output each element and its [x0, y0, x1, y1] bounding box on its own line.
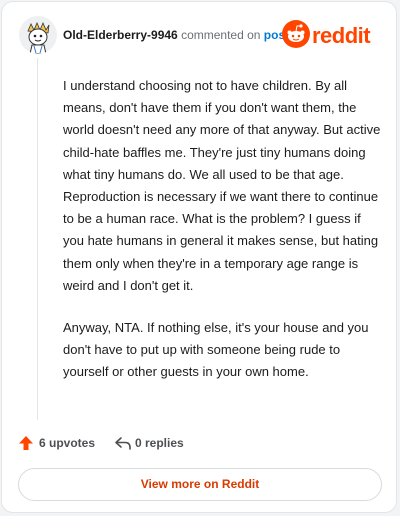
- reddit-wordmark: reddit: [312, 23, 371, 48]
- action-text: commented on: [181, 28, 261, 42]
- view-more-button[interactable]: View more on Reddit: [18, 468, 382, 501]
- reddit-logo[interactable]: reddit: [282, 20, 382, 48]
- comment-header: Old-Elderberry-9946 commented on post re…: [19, 16, 382, 54]
- comment-paragraph: Anyway, NTA. If nothing else, it's your …: [63, 320, 369, 380]
- user-avatar[interactable]: [19, 16, 57, 54]
- comment-paragraph: I understand choosing not to have childr…: [63, 78, 381, 293]
- upvote-count: 6 upvotes: [39, 436, 96, 450]
- reply-arrow-icon: [115, 437, 131, 450]
- comment-meta: Old-Elderberry-9946 commented on post: [63, 27, 289, 43]
- comment-card: Old-Elderberry-9946 commented on post re…: [1, 1, 397, 513]
- username-link[interactable]: Old-Elderberry-9946: [63, 28, 178, 42]
- upvote-arrow-icon: [19, 436, 33, 450]
- reply-count: 0 replies: [135, 436, 184, 450]
- thread-line: [37, 58, 38, 420]
- reddit-snoo-icon: [282, 20, 310, 48]
- avatar-image: [19, 16, 57, 54]
- comment-body: I understand choosing not to have childr…: [63, 75, 381, 404]
